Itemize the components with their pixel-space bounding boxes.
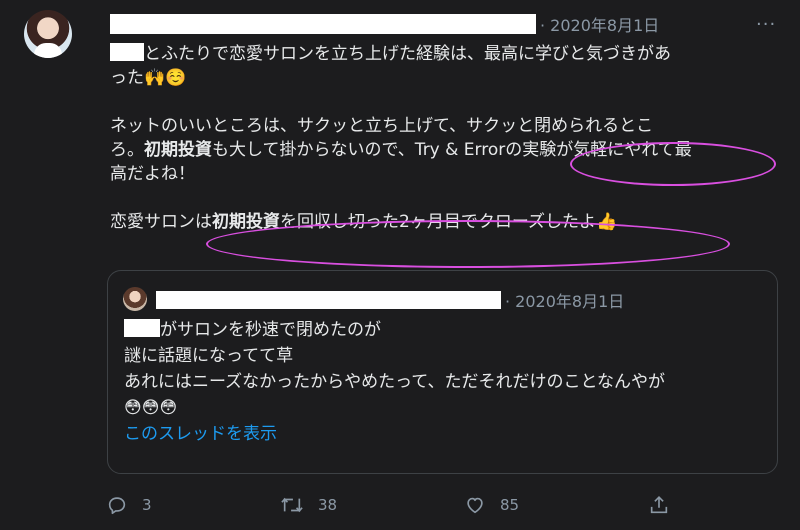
quoted-text: がサロンを秒速で閉めたのが 謎に話題になってて草 あれにはニーズなかったからやめ… bbox=[124, 317, 764, 447]
p3-a: 恋愛サロンは bbox=[110, 212, 212, 232]
quote-emoji: 😳😳😳 bbox=[124, 398, 178, 418]
avatar-figure bbox=[34, 43, 62, 58]
more-options-icon[interactable]: ··· bbox=[756, 14, 776, 35]
p1-line2: った bbox=[110, 68, 144, 88]
p2-bold: 初期投資 bbox=[144, 140, 212, 160]
p3-bold: 初期投資 bbox=[212, 212, 280, 232]
tweet-header: · 2020年8月1日 bbox=[110, 12, 659, 36]
like-count: 85 bbox=[500, 496, 520, 514]
p1-emoji: 🙌☺️ bbox=[144, 68, 187, 88]
reply-count: 3 bbox=[142, 496, 152, 514]
heart-icon bbox=[467, 497, 483, 514]
p2-line2-a: ろ。 bbox=[110, 140, 144, 160]
like-button[interactable]: 85 bbox=[464, 494, 519, 516]
quoted-header: · 2020年8月1日 bbox=[156, 288, 624, 312]
quote-line3: あれにはニーズなかったからやめたって、ただそれだけのことなんやが bbox=[124, 372, 665, 392]
p2-line3: 高だよね！ bbox=[110, 164, 195, 184]
retweet-count: 38 bbox=[318, 496, 338, 514]
reply-icon bbox=[108, 497, 126, 515]
tweet-date[interactable]: · 2020年8月1日 bbox=[540, 12, 659, 36]
p2-line2-b: も大して掛からないので、Try & Errorの実験が気軽にやれて最 bbox=[212, 140, 692, 160]
quote-line2: 謎に話題になってて草 bbox=[124, 346, 294, 366]
quoted-author-avatar bbox=[123, 287, 147, 311]
share-icon bbox=[650, 496, 668, 514]
quoted-date: · 2020年8月1日 bbox=[505, 292, 625, 311]
show-thread-link[interactable]: このスレッドを表示 bbox=[124, 421, 764, 447]
quoted-tweet[interactable]: · 2020年8月1日 がサロンを秒速で閉めたのが 謎に話題になってて草 あれに… bbox=[107, 270, 778, 474]
redacted-name bbox=[110, 43, 144, 61]
p3-emoji: 👍 bbox=[595, 212, 618, 232]
p3-b: を回収し切った2ヶ月目でクローズしたよ bbox=[280, 212, 596, 232]
redacted-quoted-author bbox=[156, 291, 501, 309]
share-button[interactable] bbox=[648, 494, 684, 516]
quote-line1: がサロンを秒速で閉めたのが bbox=[160, 320, 381, 340]
action-bar: 3 38 85 bbox=[106, 494, 676, 518]
retweet-icon bbox=[281, 497, 303, 513]
redacted-name bbox=[124, 319, 160, 337]
tweet[interactable]: · 2020年8月1日 ··· とふたりで恋愛サロンを立ち上げた経験は、最高に学… bbox=[0, 0, 800, 530]
p1-line1: とふたりで恋愛サロンを立ち上げた経験は、最高に学びと気づきがあ bbox=[144, 44, 671, 64]
author-avatar[interactable] bbox=[24, 10, 72, 58]
reply-button[interactable]: 3 bbox=[106, 494, 152, 516]
p2-line1: ネットのいいところは、サクッと立ち上げて、サクッと閉められるとこ bbox=[110, 116, 654, 136]
retweet-button[interactable]: 38 bbox=[280, 494, 337, 516]
tweet-text: とふたりで恋愛サロンを立ち上げた経験は、最高に学びと気づきがあ った🙌☺️ ネッ… bbox=[110, 42, 780, 234]
redacted-author-name bbox=[110, 14, 536, 34]
